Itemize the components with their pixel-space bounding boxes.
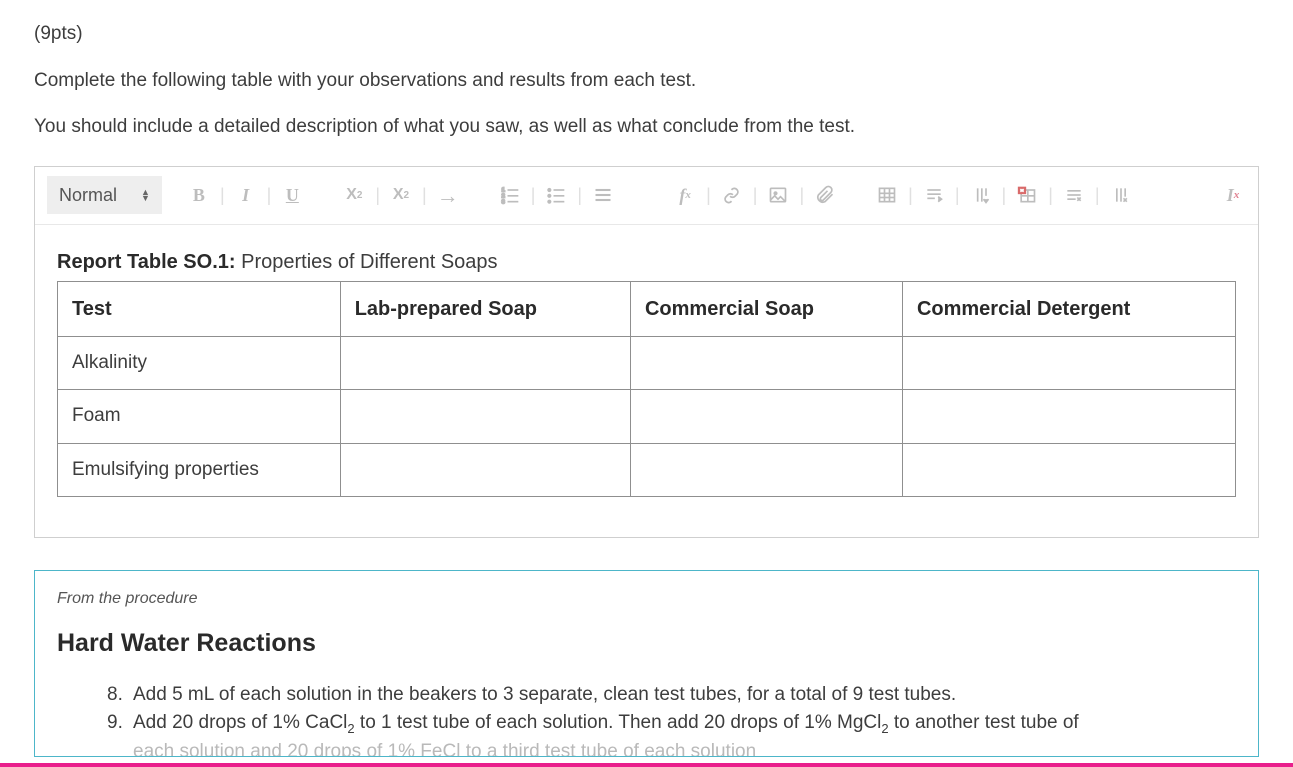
procedure-step-9: 9.Add 20 drops of 1% CaCl2 to 1 test tub… xyxy=(107,709,1236,738)
instruction-line-2: You should include a detailed descriptio… xyxy=(34,113,1259,142)
soap-properties-table: Test Lab-prepared Soap Commercial Soap C… xyxy=(57,281,1236,498)
attachment-button[interactable] xyxy=(812,180,838,210)
formula-button[interactable]: fx xyxy=(672,180,698,210)
procedure-from-label: From the procedure xyxy=(57,587,1236,611)
step-text-c: to another test tube of xyxy=(889,712,1079,733)
delete-table-button[interactable] xyxy=(1014,180,1040,210)
instruction-line-1: Complete the following table with your o… xyxy=(34,67,1259,96)
italic-button[interactable]: I xyxy=(233,180,259,210)
separator: | xyxy=(797,182,806,209)
sub-2: 2 xyxy=(347,721,354,736)
table-title: Report Table SO.1: Properties of Differe… xyxy=(57,247,1236,277)
editor-toolbar: Normal ▲▼ B | I | U X2 | X2 | → 123 | xyxy=(35,167,1258,225)
cell-row1-lab[interactable] xyxy=(340,336,630,390)
step-text-a: Add 20 drops of 1% CaCl xyxy=(133,712,347,733)
underline-button[interactable]: U xyxy=(279,180,305,210)
delete-column-button[interactable] xyxy=(1108,180,1134,210)
cell-row3-lab[interactable] xyxy=(340,443,630,497)
align-button[interactable] xyxy=(590,180,616,210)
table-title-rest: Properties of Different Soaps xyxy=(236,251,498,273)
cell-row3-com-det[interactable] xyxy=(902,443,1235,497)
step-text-b: to 1 test tube of each solution. Then ad… xyxy=(355,712,882,733)
separator: | xyxy=(1093,182,1102,209)
table-row: Foam xyxy=(58,390,1236,444)
select-caret-icon: ▲▼ xyxy=(141,189,150,201)
procedure-step-8: 8.Add 5 mL of each solution in the beake… xyxy=(107,681,1236,710)
link-button[interactable] xyxy=(719,180,745,210)
table-row: Alkalinity xyxy=(58,336,1236,390)
table-header-row: Test Lab-prepared Soap Commercial Soap C… xyxy=(58,281,1236,336)
separator: | xyxy=(704,182,713,209)
separator: | xyxy=(373,182,382,209)
procedure-box: From the procedure Hard Water Reactions … xyxy=(34,570,1259,757)
cell-row3-test[interactable]: Emulsifying properties xyxy=(58,443,341,497)
cutoff-text: each solution and 20 drops of 1% FeCl to… xyxy=(57,738,1236,756)
delete-row-button[interactable] xyxy=(1061,180,1087,210)
insert-row-button[interactable] xyxy=(921,180,947,210)
separator: | xyxy=(953,182,962,209)
step-number: 8. xyxy=(107,681,133,710)
step-number: 9. xyxy=(107,709,133,738)
block-style-select[interactable]: Normal ▲▼ xyxy=(47,176,162,214)
separator: | xyxy=(575,182,584,209)
header-commercial-detergent[interactable]: Commercial Detergent xyxy=(902,281,1235,336)
svg-text:3: 3 xyxy=(501,199,505,205)
procedure-steps: 8.Add 5 mL of each solution in the beake… xyxy=(57,681,1236,739)
unordered-list-button[interactable] xyxy=(543,180,569,210)
cell-row1-com-soap[interactable] xyxy=(630,336,902,390)
image-button[interactable] xyxy=(765,180,791,210)
procedure-heading: Hard Water Reactions xyxy=(57,625,1236,663)
insert-column-button[interactable] xyxy=(968,180,994,210)
table-button[interactable] xyxy=(874,180,900,210)
separator: | xyxy=(529,182,538,209)
separator: | xyxy=(218,182,227,209)
cell-row1-com-det[interactable] xyxy=(902,336,1235,390)
separator: | xyxy=(1000,182,1009,209)
separator: | xyxy=(906,182,915,209)
cell-row2-com-det[interactable] xyxy=(902,390,1235,444)
block-style-label: Normal xyxy=(59,182,117,209)
header-lab-soap[interactable]: Lab-prepared Soap xyxy=(340,281,630,336)
cell-row2-lab[interactable] xyxy=(340,390,630,444)
separator: | xyxy=(1046,182,1055,209)
clear-format-button[interactable]: Ix xyxy=(1220,180,1246,210)
bottom-accent-bar xyxy=(0,763,1293,767)
cell-row1-test[interactable]: Alkalinity xyxy=(58,336,341,390)
step-text: Add 5 mL of each solution in the beakers… xyxy=(133,684,956,705)
cell-row2-test[interactable]: Foam xyxy=(58,390,341,444)
separator: | xyxy=(420,182,429,209)
superscript-button[interactable]: X2 xyxy=(388,180,414,210)
arrow-button[interactable]: → xyxy=(435,180,461,210)
editor-content-area[interactable]: Report Table SO.1: Properties of Differe… xyxy=(35,225,1258,538)
table-title-bold: Report Table SO.1: xyxy=(57,251,236,273)
separator: | xyxy=(751,182,760,209)
bold-button[interactable]: B xyxy=(186,180,212,210)
header-commercial-soap[interactable]: Commercial Soap xyxy=(630,281,902,336)
cell-row3-com-soap[interactable] xyxy=(630,443,902,497)
sub-2: 2 xyxy=(881,721,888,736)
subscript-button[interactable]: X2 xyxy=(341,180,367,210)
header-test[interactable]: Test xyxy=(58,281,341,336)
table-row: Emulsifying properties xyxy=(58,443,1236,497)
ordered-list-button[interactable]: 123 xyxy=(497,180,523,210)
rich-text-editor: Normal ▲▼ B | I | U X2 | X2 | → 123 | xyxy=(34,166,1259,539)
points-label: (9pts) xyxy=(34,20,1259,49)
separator: | xyxy=(265,182,274,209)
cell-row2-com-soap[interactable] xyxy=(630,390,902,444)
